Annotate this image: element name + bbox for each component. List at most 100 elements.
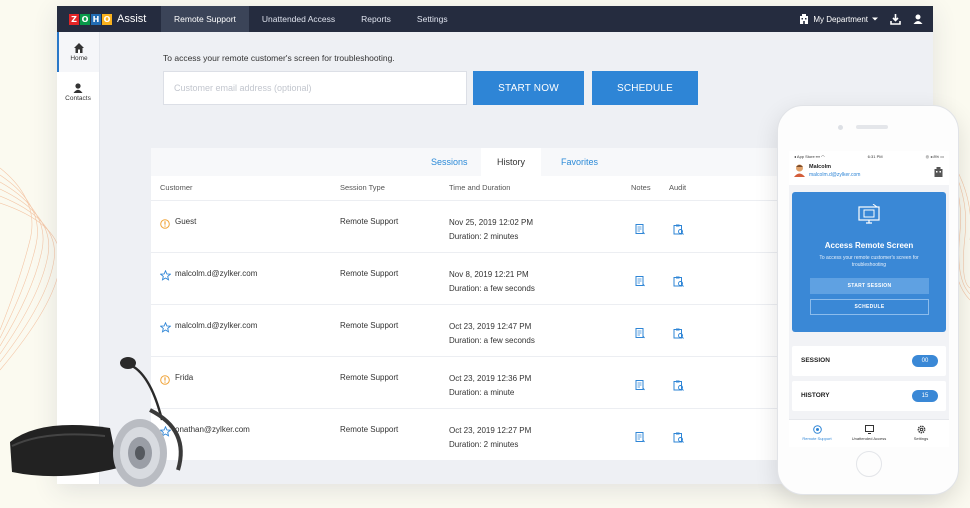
mobile-tab-settings[interactable]: Settings: [896, 425, 946, 441]
mobile-status-bar: ◂ App Store ▪▪▪ ◠ 6:31 PM ◎ ◂ 8% ▭: [789, 151, 949, 161]
table-row[interactable]: onathan@zylker.com Remote Support Oct 23, …: [151, 408, 791, 460]
session-type: Remote Support: [340, 269, 399, 278]
tab-history[interactable]: History: [481, 148, 542, 176]
tab-favorites[interactable]: Favorites: [561, 157, 598, 167]
access-remote-card: Access Remote Screen To access your remo…: [792, 192, 946, 332]
column-header-session-type: Session Type: [340, 183, 385, 192]
audit-icon[interactable]: [673, 222, 684, 240]
start-session-button[interactable]: START SESSION: [810, 278, 929, 294]
session-count-badge: 00: [912, 355, 938, 367]
list-label: HISTORY: [801, 392, 830, 399]
mobile-history-row[interactable]: HISTORY 15: [792, 381, 946, 411]
notes-icon[interactable]: [635, 378, 645, 396]
mobile-app-screen: ◂ App Store ▪▪▪ ◠ 6:31 PM ◎ ◂ 8% ▭ Malco…: [789, 151, 949, 447]
session-duration: Duration: 2 minutes: [449, 440, 519, 449]
product-name: Assist: [117, 13, 147, 25]
mobile-user-email: malcolm.d@zylker.com: [809, 172, 861, 178]
audit-icon[interactable]: [673, 378, 684, 396]
building-icon: [800, 14, 809, 24]
customer-name[interactable]: malcolm.d@zylker.com: [175, 269, 257, 278]
mobile-tab-remote-support[interactable]: Remote Support: [792, 425, 842, 441]
session-time: Oct 23, 2019 12:47 PM: [449, 322, 532, 331]
mobile-tab-label: Unattended Access: [851, 436, 887, 441]
session-time: Oct 23, 2019 12:27 PM: [449, 426, 532, 435]
status-carrier: ◂ App Store ▪▪▪ ◠: [794, 153, 825, 159]
mobile-tab-label: Remote Support: [802, 436, 832, 441]
notes-icon[interactable]: [635, 274, 645, 292]
table-row[interactable]: Guest Remote Support Nov 25, 2019 12:02 PM…: [151, 200, 791, 252]
warning-icon[interactable]: [160, 216, 170, 234]
mobile-user-header: Malcolm malcolm.d@zylker.com: [789, 161, 949, 185]
customer-name[interactable]: Guest: [175, 217, 196, 226]
start-now-button[interactable]: START NOW: [473, 71, 584, 105]
session-duration: Duration: a few seconds: [449, 336, 535, 345]
download-icon[interactable]: [890, 13, 901, 25]
sidebar-item-label: Home: [70, 54, 88, 62]
mobile-tab-label: Settings: [913, 436, 929, 441]
status-time: 6:31 PM: [867, 153, 883, 159]
logo-letter: H: [91, 13, 101, 25]
session-time: Nov 25, 2019 12:02 PM: [449, 218, 534, 227]
zoho-assist-logo[interactable]: Z O H O Assist: [69, 13, 161, 25]
table-row[interactable]: malcolm.d@zylker.com Remote Support Nov 8,…: [151, 252, 791, 304]
session-type: Remote Support: [340, 373, 399, 382]
mobile-tab-unattended-access[interactable]: Unattended Access: [844, 425, 894, 441]
home-icon: [74, 42, 84, 53]
audit-icon[interactable]: [673, 326, 684, 344]
chevron-down-icon: [872, 17, 878, 21]
nav-unattended-access[interactable]: Unattended Access: [249, 6, 348, 32]
notes-icon[interactable]: [635, 430, 645, 448]
building-icon[interactable]: [934, 167, 943, 177]
customer-name[interactable]: malcolm.d@zylker.com: [175, 321, 257, 330]
department-label: My Department: [813, 14, 868, 24]
session-type: Remote Support: [340, 217, 399, 226]
department-selector[interactable]: My Department: [799, 14, 878, 24]
column-header-notes: Notes: [631, 183, 651, 192]
history-tabs: Sessions History Favorites: [151, 148, 791, 176]
session-type: Remote Support: [340, 425, 399, 434]
user-icon[interactable]: [913, 14, 923, 24]
mobile-schedule-button[interactable]: SCHEDULE: [810, 299, 929, 315]
session-time: Oct 23, 2019 12:36 PM: [449, 374, 532, 383]
sidebar-item-label: Contacts: [65, 94, 91, 102]
star-outline-icon[interactable]: [159, 320, 172, 338]
remote-support-icon: [812, 425, 822, 434]
session-type: Remote Support: [340, 321, 399, 330]
phone-home-button: [856, 451, 882, 477]
column-header-customer: Customer: [160, 183, 193, 192]
zoho-logo-mark: Z O H O: [69, 13, 113, 25]
remote-screen-icon: [858, 204, 880, 224]
mobile-session-row[interactable]: SESSION 00: [792, 346, 946, 376]
nav-settings[interactable]: Settings: [404, 6, 461, 32]
audit-icon[interactable]: [673, 430, 684, 448]
main-nav: Remote Support Unattended Access Reports…: [161, 6, 461, 32]
star-outline-icon[interactable]: [159, 268, 172, 286]
contact-icon: [73, 82, 83, 93]
topbar-actions: My Department: [799, 6, 923, 32]
table-row[interactable]: Frida Remote Support Oct 23, 2019 12:36 PM…: [151, 356, 791, 408]
audit-icon[interactable]: [673, 274, 684, 292]
customer-email-input[interactable]: [163, 71, 467, 105]
notes-icon[interactable]: [635, 326, 645, 344]
session-duration: Duration: a few seconds: [449, 284, 535, 293]
status-battery: ◎ ◂ 8% ▭: [925, 153, 944, 159]
avatar: [794, 164, 805, 177]
list-label: SESSION: [801, 357, 830, 364]
phone-camera: [838, 125, 843, 130]
table-row[interactable]: malcolm.d@zylker.com Remote Support Oct 23…: [151, 304, 791, 356]
session-time: Nov 8, 2019 12:21 PM: [449, 270, 529, 279]
nav-remote-support[interactable]: Remote Support: [161, 6, 249, 32]
card-subtitle: To access your remote customer's screen …: [819, 255, 919, 268]
headset-illustration: [10, 357, 183, 487]
notes-icon[interactable]: [635, 222, 645, 240]
column-header-time: Time and Duration: [449, 183, 511, 192]
session-duration: Duration: 2 minutes: [449, 232, 519, 241]
mobile-tab-bar: Remote Support Unattended Access Setting…: [789, 419, 949, 447]
mobile-user-name: Malcolm: [809, 164, 832, 170]
tab-sessions[interactable]: Sessions: [431, 157, 468, 167]
sidebar-item-contacts[interactable]: Contacts: [57, 72, 99, 112]
session-history-panel: Sessions History Favorites Customer Sess…: [151, 148, 791, 460]
schedule-button[interactable]: SCHEDULE: [592, 71, 698, 105]
nav-reports[interactable]: Reports: [348, 6, 404, 32]
sidebar-item-home[interactable]: Home: [57, 32, 99, 72]
